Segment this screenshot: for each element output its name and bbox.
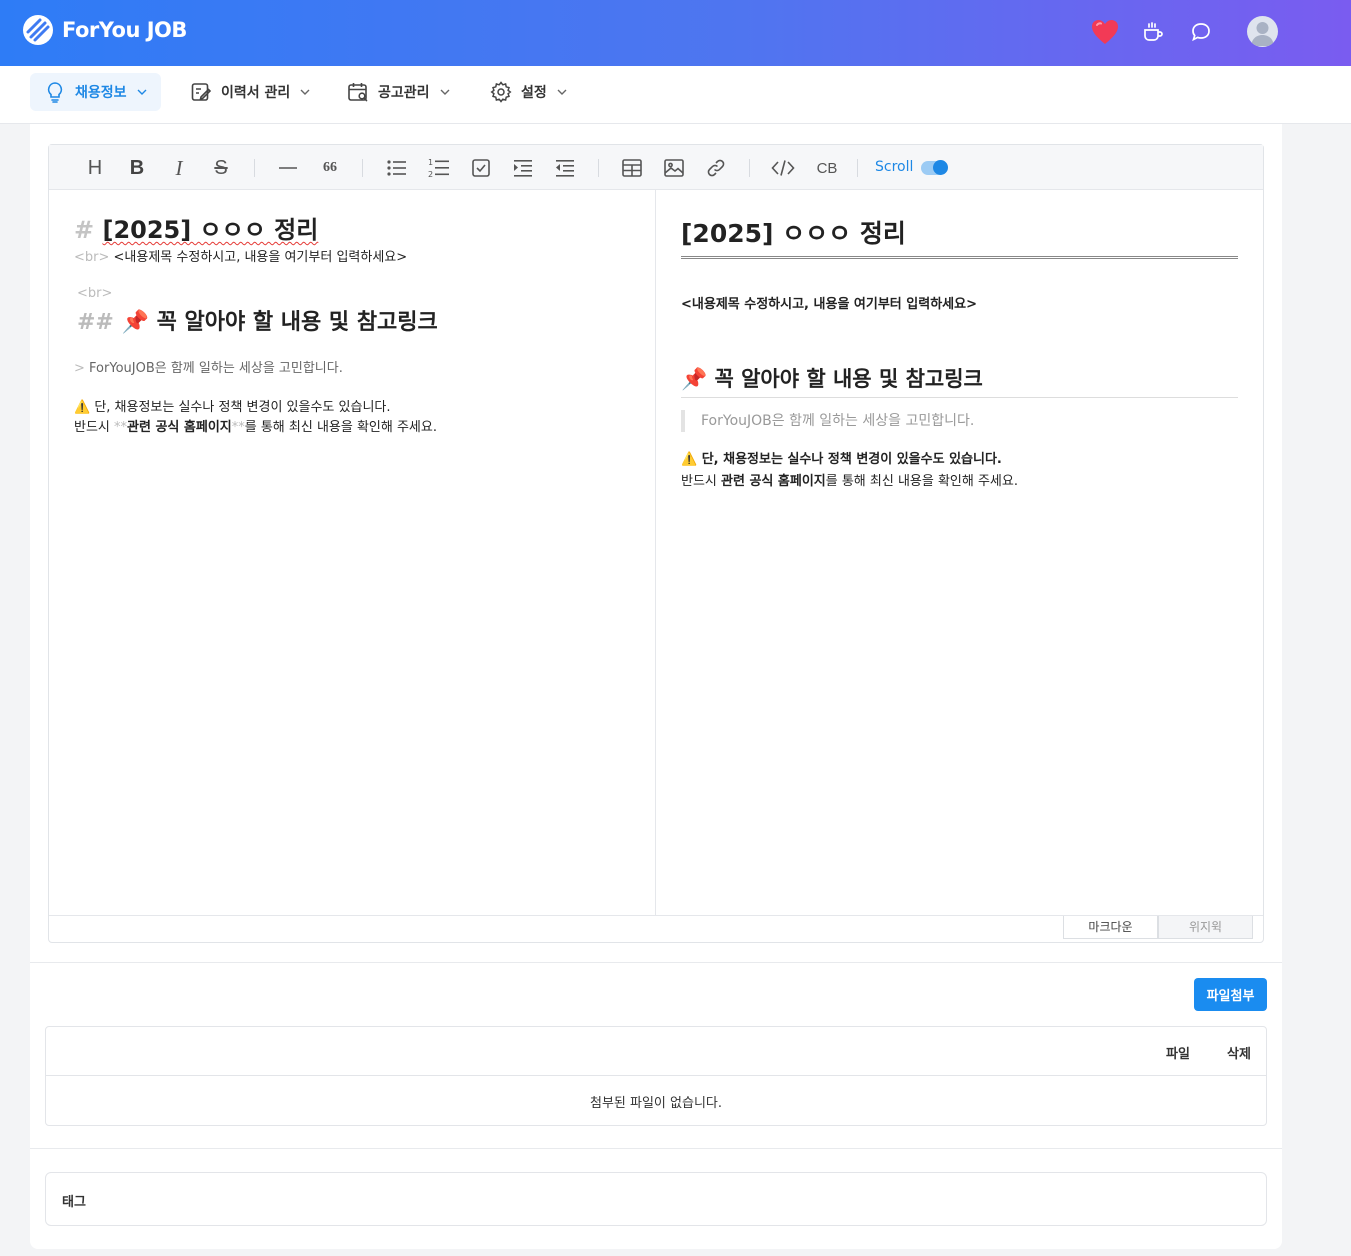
editor-mode-bar: 마크다운 위지윅 <box>49 915 1263 942</box>
preview-pane: [2025] ㅇㅇㅇ 정리 <내용제목 수정하시고, 내용을 여기부터 입력하세… <box>657 190 1263 915</box>
nav-label: 이력서 관리 <box>221 85 291 101</box>
link-button[interactable] <box>704 156 728 180</box>
source-warning-line: ⚠️ 단, 채용정보는 실수나 정책 변경이 있을수도 있습니다. <box>74 400 391 415</box>
tag-input[interactable]: 태그 <box>45 1172 1267 1226</box>
heading-button[interactable]: H <box>83 156 107 180</box>
chevron-down-icon <box>300 87 310 97</box>
bold-button[interactable]: B <box>125 156 149 180</box>
lightbulb-icon <box>44 81 66 103</box>
bold-text: 관련 공식 홈페이지 <box>127 420 232 435</box>
source-h2: ## 📌 꼭 알아야 할 내용 및 참고링크 <box>77 304 438 336</box>
logo[interactable]: ForYou JOB <box>22 14 187 46</box>
quote-marker: > <box>74 361 85 376</box>
top-header: ForYou JOB <box>0 0 1351 66</box>
italic-button[interactable]: I <box>167 156 191 180</box>
source-h2-text: 📌 꼭 알아야 할 내용 및 참고링크 <box>121 310 438 335</box>
nav-item-jobs[interactable]: 채용정보 <box>30 73 161 111</box>
tag-label: 태그 <box>62 1195 86 1210</box>
bold-marker: ** <box>114 420 128 435</box>
table-button[interactable] <box>620 156 644 180</box>
calendar-search-icon <box>347 81 369 103</box>
toolbar-divider <box>598 159 599 177</box>
codeblock-button[interactable]: CB <box>812 156 842 180</box>
nav-item-settings[interactable]: 설정 <box>476 73 581 111</box>
user-avatar[interactable] <box>1247 16 1278 47</box>
scroll-sync-label: Scroll <box>875 159 914 175</box>
preview-h1: [2025] ㅇㅇㅇ 정리 <box>681 214 1238 259</box>
source-quote: > ForYouJOB은 함께 일하는 세상을 고민합니다. <box>74 357 343 376</box>
nav-label: 공고관리 <box>378 85 430 101</box>
gear-icon <box>490 81 512 103</box>
col-file: 파일 <box>1166 1047 1190 1062</box>
horizontal-rule-button[interactable] <box>276 156 300 180</box>
code-button[interactable] <box>771 156 795 180</box>
strikethrough-button[interactable]: S <box>209 156 233 180</box>
preview-warning-line: ⚠️ 단, 채용정보는 실수나 정책 변경이 있을수도 있습니다. <box>681 452 1002 467</box>
line2-suffix: 를 통해 최신 내용을 확인해 주세요. <box>244 420 437 435</box>
svg-text:2: 2 <box>428 170 433 179</box>
nav-label: 설정 <box>521 85 547 101</box>
preview-h2: 📌 꼭 알아야 할 내용 및 참고링크 <box>681 363 1238 398</box>
bold-text: 관련 공식 홈페이지 <box>721 474 826 489</box>
chevron-down-icon <box>557 87 567 97</box>
attachment-table-header: 파일 삭제 <box>46 1027 1266 1076</box>
editor-toolbar: H B I S 66 12 CB Scroll <box>49 145 1263 190</box>
svg-text:1: 1 <box>428 158 433 167</box>
toolbar-divider <box>254 159 255 177</box>
task-list-button[interactable] <box>469 156 493 180</box>
nav-item-resume[interactable]: 이력서 관리 <box>176 73 324 111</box>
edit-document-icon <box>190 81 212 103</box>
coffee-icon[interactable] <box>1138 17 1168 47</box>
chat-bubble-icon[interactable] <box>1186 17 1216 47</box>
source-line2: 반드시 **관련 공식 홈페이지**를 통해 최신 내용을 확인해 주세요. <box>74 416 437 435</box>
outdent-button[interactable] <box>553 156 577 180</box>
source-intro: <내용제목 수정하시고, 내용을 여기부터 입력하세요> <box>113 250 408 265</box>
chevron-down-icon <box>440 87 450 97</box>
section-divider <box>30 962 1282 963</box>
col-delete: 삭제 <box>1227 1047 1251 1062</box>
source-h1: # [2025] ㅇㅇㅇ 정리 <box>74 210 318 245</box>
line2-prefix: 반드시 <box>74 420 115 435</box>
source-intro-line: <br> <내용제목 수정하시고, 내용을 여기부터 입력하세요> <box>74 246 407 265</box>
scroll-sync-toggle[interactable] <box>921 160 948 175</box>
main-nav: 채용정보 이력서 관리 공고관리 설정 <box>0 66 1351 124</box>
line2-prefix: 반드시 <box>681 474 722 489</box>
toolbar-divider <box>362 159 363 177</box>
heart-icon[interactable] <box>1090 17 1120 47</box>
nav-item-postings[interactable]: 공고관리 <box>333 73 464 111</box>
tab-markdown[interactable]: 마크다운 <box>1063 916 1158 939</box>
brand-name: ForYou JOB <box>62 18 187 42</box>
preview-blockquote: ForYouJOB은 함께 일하는 세상을 고민합니다. <box>681 410 974 432</box>
markdown-editor: H B I S 66 12 CB Scroll # [2025] ㅇㅇㅇ 정리 … <box>48 144 1264 943</box>
section-divider <box>30 1148 1282 1149</box>
attach-file-button[interactable]: 파일첨부 <box>1194 978 1267 1011</box>
source-quote-text: ForYouJOB은 함께 일하는 세상을 고민합니다. <box>89 361 343 376</box>
toolbar-divider <box>749 159 750 177</box>
nav-label: 채용정보 <box>75 85 127 101</box>
image-button[interactable] <box>662 156 686 180</box>
bullet-list-button[interactable] <box>385 156 409 180</box>
quote-button[interactable]: 66 <box>318 156 342 180</box>
br-tag: <br> <box>77 286 113 301</box>
preview-intro: <내용제목 수정하시고, 내용을 여기부터 입력하세요> <box>681 297 977 312</box>
ordered-list-button[interactable]: 12 <box>427 156 451 180</box>
toolbar-divider <box>857 159 858 177</box>
logo-icon <box>23 15 53 45</box>
bold-marker: ** <box>231 420 245 435</box>
attachment-empty-message: 첨부된 파일이 없습니다. <box>590 1096 722 1111</box>
line2-suffix: 를 통해 최신 내용을 확인해 주세요. <box>825 474 1018 489</box>
source-br-line: <br> <box>77 286 112 301</box>
toggle-knob <box>933 160 948 175</box>
h2-marker: ## <box>77 310 114 335</box>
attachment-table: 파일 삭제 첨부된 파일이 없습니다. <box>45 1026 1267 1126</box>
markdown-source-pane[interactable]: # [2025] ㅇㅇㅇ 정리 <br> <내용제목 수정하시고, 내용을 여기… <box>49 190 656 915</box>
tab-wysiwyg[interactable]: 위지윅 <box>1158 916 1253 939</box>
br-tag: <br> <box>74 250 110 265</box>
preview-line2: 반드시 관련 공식 홈페이지를 통해 최신 내용을 확인해 주세요. <box>681 470 1018 489</box>
source-h1-text: [2025] ㅇㅇㅇ 정리 <box>102 216 319 244</box>
indent-button[interactable] <box>511 156 535 180</box>
chevron-down-icon <box>137 87 147 97</box>
h1-marker: # <box>74 216 95 244</box>
